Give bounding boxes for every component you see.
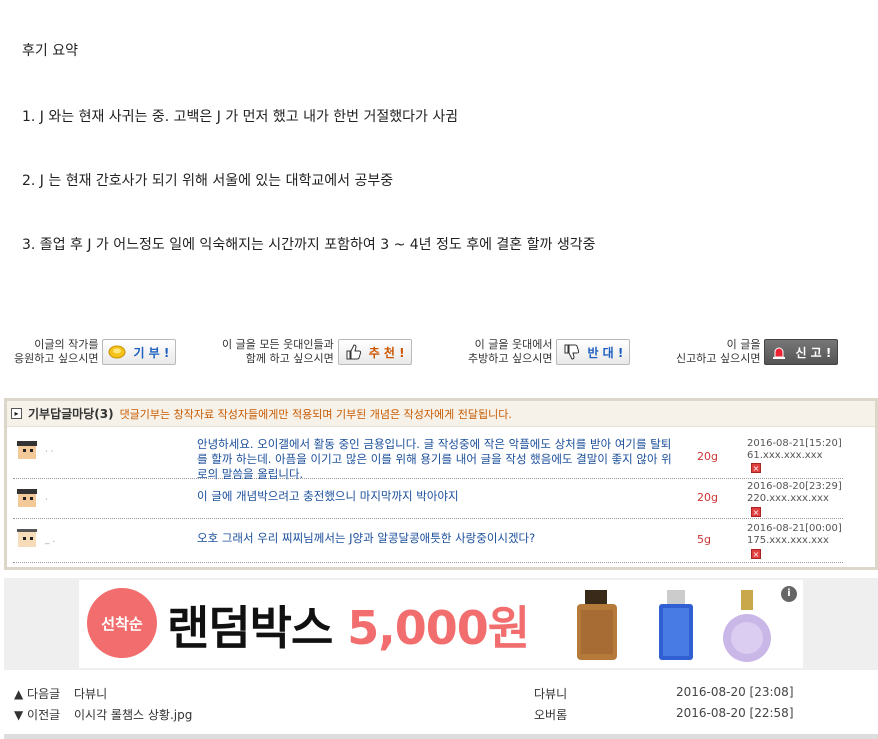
recommend-action: 이 글을 모든 웃대인들과 함께 하고 싶으시면 추 천 !	[222, 338, 412, 366]
recommend-text-line2: 함께 하고 싶으시면	[245, 352, 334, 365]
comments-notice: 댓글기부는 창작자료 작성자들에게만 적용되며 기부된 개념은 작성자에게 전달…	[119, 407, 512, 421]
comment-text: 이 글에 개념박으려고 충전했으니 마지막까지 박아야지	[197, 489, 459, 503]
report-text-line2: 신고하고 싶으시면	[676, 352, 761, 365]
report-action: 이 글을 신고하고 싶으시면 신 고 !	[676, 338, 839, 366]
prev-post-date: 2016-08-20 [22:58]	[676, 706, 794, 720]
oppose-text-line2: 추방하고 싶으시면	[468, 352, 553, 365]
report-button-label: 신 고 !	[795, 345, 832, 360]
recommend-button-label: 추 천 !	[368, 345, 405, 360]
post-line: 3. 졸업 후 J 가 어느정도 일에 익숙해지는 시간까지 포함하여 3 ~ …	[22, 237, 596, 253]
report-button[interactable]: 신 고 !	[764, 339, 839, 365]
comment-ip: 175.xxx.xxx.xxx	[747, 535, 829, 546]
oppose-action: 이 글을 웃대에서 추방하고 싶으시면 반 대 !	[468, 338, 631, 366]
oppose-button[interactable]: 반 대 !	[556, 339, 631, 365]
report-text-line1: 이 글을	[726, 338, 761, 351]
siren-icon	[769, 343, 789, 361]
recommend-button[interactable]: 추 천 !	[337, 339, 412, 365]
footer-divider	[4, 734, 878, 739]
comment-text: 오호 그래서 우리 찌찌님께서는 J양과 알콩달콩애틋한 사랑중이시겠다?	[197, 531, 536, 545]
comment-row: · · 안녕하세요. 오이갤에서 활동 중인 금용입니다. 글 작성중에 작은 …	[13, 433, 843, 481]
comment-amount: 5g	[697, 533, 711, 546]
perfume-bottles-image	[577, 590, 771, 662]
give-button-label: 기 부 !	[133, 345, 170, 360]
comment-datetime: 2016-08-20[23:29]	[747, 481, 842, 492]
ad-price: 5,000원	[347, 601, 530, 655]
comment-row: _ . 오호 그래서 우리 찌찌님께서는 J양과 알콩달콩애틋한 사랑중이시겠다…	[13, 521, 843, 563]
give-text-line2: 응원하고 싶으시면	[14, 352, 99, 365]
toggle-icon[interactable]: ▸	[11, 408, 22, 419]
comments-header: ▸ 기부답글마당(3) 댓글기부는 창작자료 작성자들에게만 적용되며 기부된 …	[7, 401, 875, 427]
comments-title: 기부답글마당(3)	[28, 407, 114, 421]
avatar-icon	[15, 485, 41, 511]
thumbs-up-icon	[343, 343, 363, 361]
ad-area: 선착순 랜덤박스 5,000원 i	[4, 578, 878, 670]
comment-ip: 220.xxx.xxx.xxx	[747, 493, 829, 504]
comment-ip: 61.xxx.xxx.xxx	[747, 450, 823, 461]
next-post-author[interactable]: 다뷰니	[534, 685, 567, 702]
delete-icon[interactable]: ×	[751, 507, 761, 517]
prev-post-label: ▼ 이전글	[14, 708, 61, 722]
prev-post-title[interactable]: 이시각 롤챔스 상황.jpg	[74, 706, 192, 723]
ad-headline: 랜덤박스	[167, 601, 333, 655]
next-post-title[interactable]: 다뷰니	[74, 685, 107, 702]
comment-nick[interactable]: ·	[45, 495, 48, 505]
ad-banner[interactable]: 선착순 랜덤박스 5,000원 i	[79, 580, 803, 668]
avatar-icon	[15, 437, 41, 463]
prev-post-author[interactable]: 오버롬	[534, 706, 567, 723]
comment-amount: 20g	[697, 450, 718, 463]
give-action: 이글의 작가를 응원하고 싶으시면 기 부 !	[14, 338, 177, 366]
post-line: 2. J 는 현재 간호사가 되기 위해 서울에 있는 대학교에서 공부중	[22, 173, 394, 189]
thumbs-down-icon	[561, 343, 581, 361]
delete-icon[interactable]: ×	[751, 549, 761, 559]
ad-info-icon[interactable]: i	[781, 586, 797, 602]
recommend-text-line1: 이 글을 모든 웃대인들과	[222, 338, 334, 351]
delete-icon[interactable]: ×	[751, 463, 761, 473]
comment-nick[interactable]: · ·	[45, 447, 54, 457]
next-post-date: 2016-08-20 [23:08]	[676, 685, 794, 699]
post-actions: 이글의 작가를 응원하고 싶으시면 기 부 ! 이 글을 모든 웃대인들과 함께…	[0, 338, 878, 378]
avatar-icon	[15, 525, 41, 551]
give-button[interactable]: 기 부 !	[102, 339, 177, 365]
comment-nick[interactable]: _ .	[45, 535, 55, 545]
post-line: 1. J 와는 현재 사귀는 중. 고백은 J 가 먼저 했고 내가 한번 거절…	[22, 109, 459, 125]
oppose-text-line1: 이 글을 웃대에서	[474, 338, 553, 351]
comment-row: · 이 글에 개념박으려고 충전했으니 마지막까지 박아야지 20g 2016-…	[13, 481, 843, 519]
comment-text: 안녕하세요. 오이갤에서 활동 중인 금용입니다. 글 작성중에 작은 악플에도…	[197, 437, 672, 481]
post-line: 후기 요약	[22, 43, 78, 59]
comment-datetime: 2016-08-21[15:20]	[747, 438, 842, 449]
ad-badge: 선착순	[87, 588, 157, 658]
give-text-line1: 이글의 작가를	[34, 338, 99, 351]
comment-amount: 20g	[697, 491, 718, 504]
next-post-label: ▲ 다음글	[14, 687, 61, 701]
comment-datetime: 2016-08-21[00:00]	[747, 523, 842, 534]
oppose-button-label: 반 대 !	[587, 345, 624, 360]
coin-icon	[107, 343, 127, 361]
donation-comments: ▸ 기부답글마당(3) 댓글기부는 창작자료 작성자들에게만 적용되며 기부된 …	[4, 398, 878, 570]
